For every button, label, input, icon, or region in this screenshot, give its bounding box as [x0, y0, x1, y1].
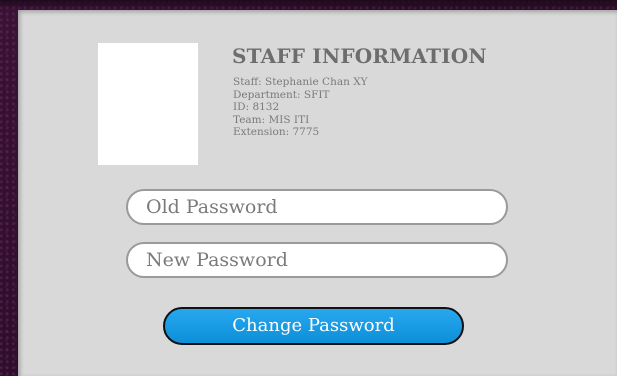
change-password-button[interactable]: Change Password [163, 307, 464, 345]
staff-id: ID: 8132 [233, 101, 280, 114]
old-password-input[interactable] [126, 189, 508, 225]
change-password-panel: STAFF INFORMATION Staff: Stephanie Chan … [18, 10, 617, 376]
top-shadow [0, 0, 617, 10]
staff-info-title: STAFF INFORMATION [232, 44, 487, 68]
staff-photo [98, 43, 198, 165]
staff-department: Department: SFIT [233, 88, 330, 101]
new-password-input[interactable] [126, 242, 508, 278]
staff-team: Team: MIS ITI [233, 113, 310, 126]
staff-name: Staff: Stephanie Chan XY [233, 76, 368, 88]
staff-details: Staff: Stephanie Chan XY Department: SFI… [233, 76, 368, 139]
staff-extension: Extension: 7775 [233, 126, 320, 139]
